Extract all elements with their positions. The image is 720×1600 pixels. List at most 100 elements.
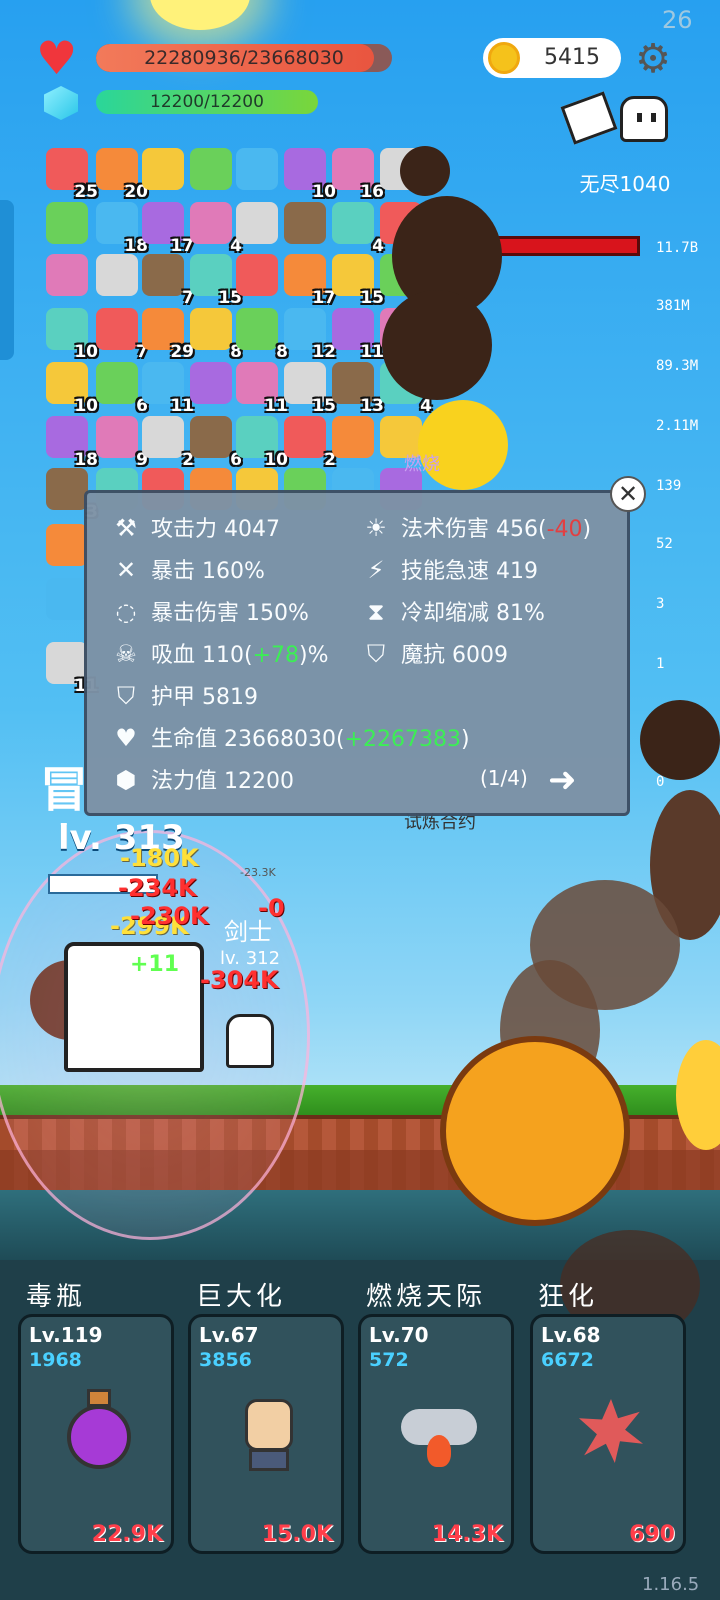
side-drawer-handle[interactable] xyxy=(0,200,14,360)
item-icon xyxy=(96,416,138,458)
inventory-item[interactable] xyxy=(234,252,284,302)
stat-magic-damage: ☀ 法术伤害 456(-40) xyxy=(359,511,591,545)
inventory-item[interactable] xyxy=(282,200,332,250)
inventory-item[interactable]: 15 xyxy=(330,252,384,308)
skill-level: Lv.70 xyxy=(369,1323,429,1347)
stat-haste: ⚡ 技能急速 419 xyxy=(359,553,591,587)
inventory-item[interactable]: 11 xyxy=(140,360,194,416)
inventory-item[interactable] xyxy=(330,414,380,464)
inventory-item[interactable]: 18 xyxy=(44,414,98,470)
item-icon xyxy=(46,202,88,244)
skill-card-poison-bottle[interactable]: Lv.119 1968 22.9K xyxy=(18,1314,174,1554)
item-icon xyxy=(190,148,232,190)
skill-card-giant[interactable]: Lv.67 3856 15.0K xyxy=(188,1314,344,1554)
skill-level: Lv.67 xyxy=(199,1323,259,1347)
inventory-item[interactable]: 11 xyxy=(234,360,288,416)
enemy-hp-bar xyxy=(488,236,640,256)
fire-cloud-icon xyxy=(401,1389,477,1473)
inventory-item[interactable]: 25 xyxy=(44,146,98,202)
coin-amount: 5415 xyxy=(544,45,600,70)
skill-value: 3856 xyxy=(199,1349,252,1371)
poison-bottle-icon xyxy=(61,1389,137,1473)
ghost-eye xyxy=(637,113,642,122)
inventory-item[interactable]: 8 xyxy=(188,306,242,362)
fist-icon xyxy=(231,1389,307,1473)
close-button[interactable]: ✕ xyxy=(610,476,646,512)
inventory-item[interactable]: 17 xyxy=(140,200,194,256)
inventory-item[interactable]: 15 xyxy=(282,360,336,416)
inventory-item[interactable]: 13 xyxy=(330,360,384,416)
rage-splat-icon xyxy=(573,1389,649,1473)
item-icon xyxy=(236,254,278,296)
inventory-item[interactable]: 10 xyxy=(44,360,98,416)
inventory-item[interactable]: 10 xyxy=(234,414,288,470)
skill-card-burning-sky[interactable]: Lv.70 572 14.3K xyxy=(358,1314,514,1554)
inventory-item[interactable] xyxy=(140,146,190,196)
item-icon xyxy=(46,468,88,510)
skill-level: Lv.119 xyxy=(29,1323,103,1347)
inventory-item[interactable]: 20 xyxy=(94,146,148,202)
inventory-item[interactable]: 4 xyxy=(188,200,242,256)
inventory-item[interactable] xyxy=(94,252,144,302)
inventory-item[interactable]: 2 xyxy=(140,414,194,470)
inventory-item[interactable]: 18 xyxy=(94,200,148,256)
fireball-explosion xyxy=(440,1036,630,1226)
inventory-item[interactable]: 4 xyxy=(330,200,384,256)
inventory-item[interactable]: 7 xyxy=(94,306,148,362)
inventory-item[interactable]: 15 xyxy=(188,252,242,308)
inventory-item[interactable]: 7 xyxy=(140,252,194,308)
inventory-item[interactable]: 2 xyxy=(282,414,336,470)
inventory-item[interactable]: 9 xyxy=(94,414,148,470)
skill-damage: 22.9K xyxy=(91,1522,163,1547)
inventory-item[interactable]: 6 xyxy=(188,414,242,470)
inventory-item[interactable] xyxy=(188,360,238,410)
inventory-item[interactable] xyxy=(44,252,94,302)
item-icon xyxy=(190,416,232,458)
skill-name: 燃烧天际 xyxy=(366,1282,487,1312)
stat-cdr: ⧗ 冷却缩减 81% xyxy=(359,595,591,629)
inventory-item[interactable]: 16 xyxy=(330,146,384,202)
item-icon xyxy=(96,308,138,350)
item-icon xyxy=(46,524,88,566)
faint-damage-number: -23.3K xyxy=(240,866,276,879)
ghost-icon[interactable] xyxy=(620,96,668,142)
inventory-item[interactable]: 10 xyxy=(282,146,336,202)
lightning-icon: ⚡ xyxy=(367,556,385,584)
heal-number: +11 xyxy=(130,952,180,977)
item-icon xyxy=(142,416,184,458)
damage-number: -180K xyxy=(120,844,199,872)
inventory-item[interactable]: 10 xyxy=(44,306,98,362)
smoke-cloud xyxy=(640,700,720,780)
skill-value: 1968 xyxy=(29,1349,82,1371)
skill-name: 毒瓶 xyxy=(26,1282,87,1312)
gear-icon[interactable]: ⚙ xyxy=(632,38,674,80)
inventory-item[interactable]: 29 xyxy=(140,306,194,362)
damage-number: -0 xyxy=(258,894,285,922)
inventory-item[interactable] xyxy=(234,200,284,250)
stat-mana: ⬢ 法力值 12200 xyxy=(109,763,470,797)
skill-damage: 690 xyxy=(629,1522,675,1547)
inventory-item[interactable] xyxy=(188,146,238,196)
inventory-item[interactable] xyxy=(234,146,284,196)
item-icon xyxy=(284,416,326,458)
item-icon xyxy=(236,202,278,244)
next-page-arrow-icon[interactable]: ➜ xyxy=(548,760,577,800)
skill-card-berserk[interactable]: Lv.68 6672 690 xyxy=(530,1314,686,1554)
item-icon xyxy=(46,578,88,620)
inventory-item[interactable]: 12 xyxy=(282,306,336,362)
inventory-item[interactable]: 6 xyxy=(94,360,148,416)
inventory-item[interactable]: 11 xyxy=(330,306,384,362)
inventory-item[interactable]: 17 xyxy=(282,252,336,308)
ghost-eye xyxy=(651,113,656,122)
item-icon xyxy=(190,308,232,350)
item-icon xyxy=(332,202,374,244)
endless-mode-label: 无尽1040 xyxy=(579,172,671,196)
inventory-item[interactable] xyxy=(44,200,94,250)
inventory-item[interactable]: 8 xyxy=(234,306,288,362)
shield-icon: ⛉ xyxy=(117,682,135,710)
item-icon xyxy=(96,254,138,296)
damage-number: -304K xyxy=(200,966,279,994)
pet-ghost[interactable] xyxy=(226,1014,274,1068)
smoke-cloud xyxy=(382,290,492,400)
page-indicator: (1/4) xyxy=(480,766,528,790)
